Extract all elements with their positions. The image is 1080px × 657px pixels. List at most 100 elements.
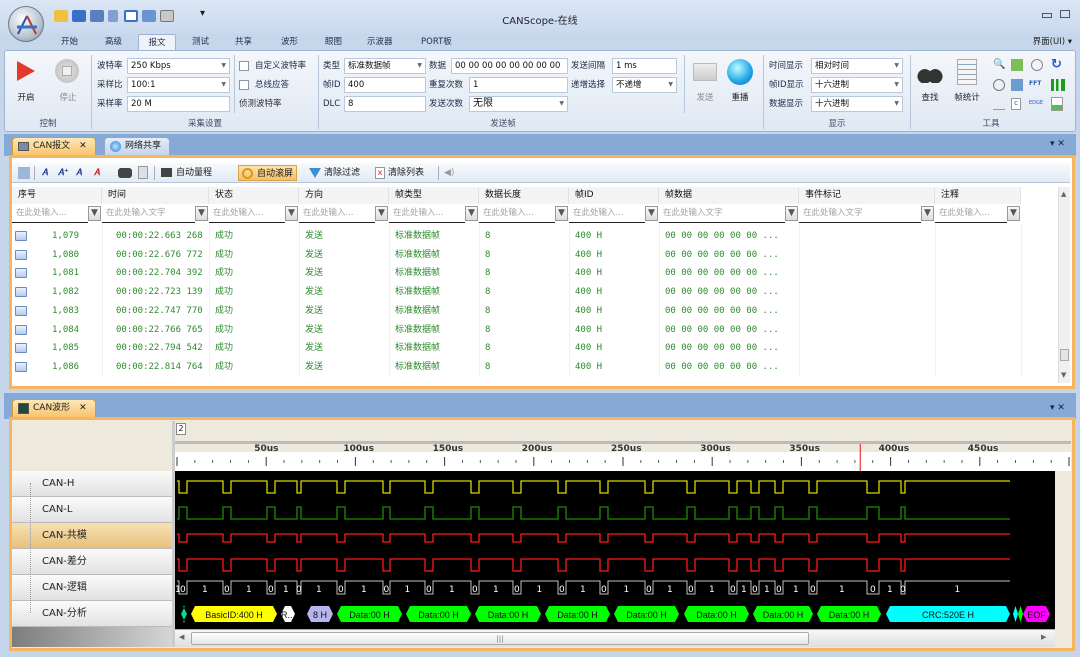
dlc-input[interactable]: 8 bbox=[344, 96, 426, 112]
find-button[interactable]: 查找 bbox=[915, 91, 945, 103]
scroll-left-icon[interactable]: ◀ bbox=[179, 633, 184, 641]
signal-bars-icon[interactable] bbox=[1051, 79, 1065, 91]
time-display-select[interactable]: 相对时间 ▼ bbox=[811, 58, 903, 74]
send-count-select[interactable]: 无限 ▼ bbox=[469, 96, 568, 112]
frame-type-select[interactable]: 标准数据帧 ▼ bbox=[344, 58, 426, 74]
increment-select[interactable]: 不递增 ▼ bbox=[612, 77, 677, 93]
tab-advanced[interactable]: 高级 bbox=[101, 34, 126, 50]
column-filter-input[interactable]: 在此处输入... bbox=[209, 205, 285, 223]
column-filter-input[interactable]: 在此处输入... bbox=[569, 205, 645, 223]
binoculars-icon[interactable] bbox=[917, 61, 943, 83]
auto-scroll-button[interactable]: 自动滚屏 bbox=[238, 165, 298, 181]
filter-add-icon[interactable]: 𝐴⁺ bbox=[58, 165, 69, 181]
repeat-count-input[interactable]: 1 bbox=[469, 77, 568, 93]
column-header[interactable]: 事件标记 bbox=[799, 187, 935, 204]
scroll-thumb[interactable]: ||| bbox=[191, 632, 809, 645]
table-row[interactable]: 1,084 00:00:22.766 765 成功 发送 标准数据帧 8 400 H 00 0… bbox=[12, 321, 1058, 340]
tab-message[interactable]: 报文 bbox=[138, 34, 176, 50]
table-row[interactable]: 1,083 00:00:22.747 770 成功 发送 标准数据帧 8 400 H 00 0… bbox=[12, 302, 1058, 321]
detect-baud-button[interactable]: 侦测波特率 bbox=[239, 96, 282, 112]
close-icon[interactable]: ✕ bbox=[79, 403, 87, 413]
play-icon[interactable] bbox=[17, 61, 35, 81]
copy-icon[interactable] bbox=[18, 167, 30, 179]
tab-share[interactable]: 共享 bbox=[231, 34, 256, 50]
channel-row[interactable]: CAN-L bbox=[12, 497, 172, 523]
clear-filter-button[interactable]: 清除过滤 bbox=[308, 165, 360, 181]
tab-network-share[interactable]: 网络共享 bbox=[104, 137, 171, 155]
scroll-down-icon[interactable]: ▼ bbox=[1061, 371, 1066, 379]
frame-id-input[interactable]: 400 bbox=[344, 77, 426, 93]
fft-icon[interactable]: FFT bbox=[1029, 80, 1041, 87]
panel-menu-icon[interactable]: ▾ ✕ bbox=[1050, 139, 1065, 149]
filter-remove-icon[interactable]: 𝐴 bbox=[76, 165, 82, 181]
column-header[interactable]: 序号 bbox=[12, 187, 102, 204]
filter-funnel-icon[interactable]: ▼ bbox=[555, 206, 568, 221]
column-filter-input[interactable]: 在此处输入文字 bbox=[659, 205, 785, 223]
column-filter-input[interactable]: 在此处输入文字 bbox=[799, 205, 921, 223]
send-interval-input[interactable]: 1 ms bbox=[612, 58, 677, 74]
table-vertical-scrollbar[interactable]: ▲ ▼ bbox=[1058, 187, 1070, 383]
tab-can-message[interactable]: CAN报文 ✕ bbox=[12, 137, 96, 155]
marker-label[interactable]: 2 bbox=[176, 423, 186, 435]
filter-funnel-icon[interactable]: ▼ bbox=[1007, 206, 1020, 221]
export-icon[interactable] bbox=[1051, 97, 1063, 111]
line-chart-icon[interactable] bbox=[993, 98, 1005, 110]
decode-segment[interactable] bbox=[181, 606, 187, 622]
minimize-button[interactable] bbox=[1042, 13, 1052, 18]
scroll-right-icon[interactable]: ▶ bbox=[1041, 633, 1046, 641]
close-icon[interactable]: ✕ bbox=[79, 141, 87, 151]
column-filter-input[interactable]: 在此处输入... bbox=[389, 205, 465, 223]
column-header[interactable]: 帧ID bbox=[569, 187, 659, 204]
column-header[interactable]: 方向 bbox=[299, 187, 389, 204]
tab-port-board[interactable]: PORT板 bbox=[417, 34, 456, 50]
column-filter-input[interactable]: 在此处输入... bbox=[935, 205, 1007, 223]
channel-row[interactable]: CAN-共模 bbox=[12, 523, 172, 549]
column-header[interactable]: 注释 bbox=[935, 187, 1021, 204]
tab-waveform[interactable]: 波形 bbox=[277, 34, 302, 50]
filter-funnel-icon[interactable]: ▼ bbox=[465, 206, 478, 221]
filter-funnel-icon[interactable]: ▼ bbox=[88, 206, 101, 221]
send-envelope-icon[interactable] bbox=[693, 63, 717, 81]
tab-start[interactable]: 开始 bbox=[57, 34, 82, 50]
frame-stats-button[interactable]: 帧统计 bbox=[949, 91, 985, 103]
start-button[interactable]: 开启 bbox=[13, 91, 39, 103]
clear-list-button[interactable]: x 清除列表 bbox=[374, 165, 424, 181]
data-display-select[interactable]: 十六进制 ▼ bbox=[811, 96, 903, 112]
ui-menu[interactable]: 界面(UI) ▾ bbox=[1033, 34, 1072, 50]
document-icon[interactable] bbox=[138, 166, 148, 179]
binoculars-icon[interactable] bbox=[118, 168, 132, 178]
auto-range-button[interactable]: 自动量程 bbox=[160, 165, 212, 181]
table-row[interactable]: 1,082 00:00:22.723 139 成功 发送 标准数据帧 8 400 H 00 0… bbox=[12, 283, 1058, 302]
channel-row[interactable]: CAN-分析 bbox=[12, 601, 172, 627]
column-filter-input[interactable]: 在此处输入... bbox=[299, 205, 375, 223]
waveform-canvas[interactable]: 1 0 1 0 1 0 1 0 1 0 1 0 1 0 1 0 1 0 1 0 1 0 1 0 1 0 1 0 1 0 1 0 1 0 1 0 1 0 1B… bbox=[175, 471, 1055, 629]
column-filter-input[interactable]: 在此处输入... bbox=[12, 205, 88, 223]
panel-menu-icon[interactable]: ▾ ✕ bbox=[1050, 403, 1065, 413]
column-header[interactable]: 状态 bbox=[209, 187, 299, 204]
channel-row[interactable]: CAN-差分 bbox=[12, 549, 172, 575]
column-filter-input[interactable]: 在此处输入文字 bbox=[102, 205, 195, 223]
table-row[interactable]: 1,086 00:00:22.814 764 成功 发送 标准数据帧 8 400 H 00 0… bbox=[12, 358, 1058, 377]
stop-button[interactable]: 停止 bbox=[55, 91, 81, 103]
table-row[interactable]: 1,081 00:00:22.704 392 成功 发送 标准数据帧 8 400 H 00 0… bbox=[12, 264, 1058, 283]
filter-funnel-icon[interactable]: ▼ bbox=[785, 206, 798, 221]
speaker-icon[interactable]: ◀) bbox=[444, 165, 454, 181]
filter-clear-icon[interactable]: 𝐴 bbox=[94, 165, 100, 181]
tab-test[interactable]: 测试 bbox=[188, 34, 213, 50]
tab-can-waveform[interactable]: CAN波形 ✕ bbox=[12, 399, 96, 417]
filter-funnel-icon[interactable]: ▼ bbox=[645, 206, 658, 221]
id-display-select[interactable]: 十六进制 ▼ bbox=[811, 77, 903, 93]
restore-button[interactable] bbox=[1060, 10, 1070, 18]
sample-rate-input[interactable]: 20 M bbox=[127, 96, 230, 112]
filter-funnel-icon[interactable]: ▼ bbox=[285, 206, 298, 221]
channel-row[interactable]: CAN-逻辑 bbox=[12, 575, 172, 601]
filter-funnel-icon[interactable]: ▼ bbox=[921, 206, 934, 221]
filter-funnel-icon[interactable]: ▼ bbox=[375, 206, 388, 221]
channel-row[interactable]: CAN-H bbox=[12, 471, 172, 497]
probe-icon[interactable] bbox=[993, 79, 1005, 91]
scroll-thumb[interactable] bbox=[1060, 349, 1069, 361]
frame-stats-icon[interactable] bbox=[957, 59, 977, 85]
replay-button[interactable]: 重播 bbox=[725, 91, 755, 103]
table-row[interactable]: 1,085 00:00:22.794 542 成功 发送 标准数据帧 8 400 H 00 0… bbox=[12, 339, 1058, 358]
edge-icon[interactable]: EDGE bbox=[1029, 100, 1043, 106]
